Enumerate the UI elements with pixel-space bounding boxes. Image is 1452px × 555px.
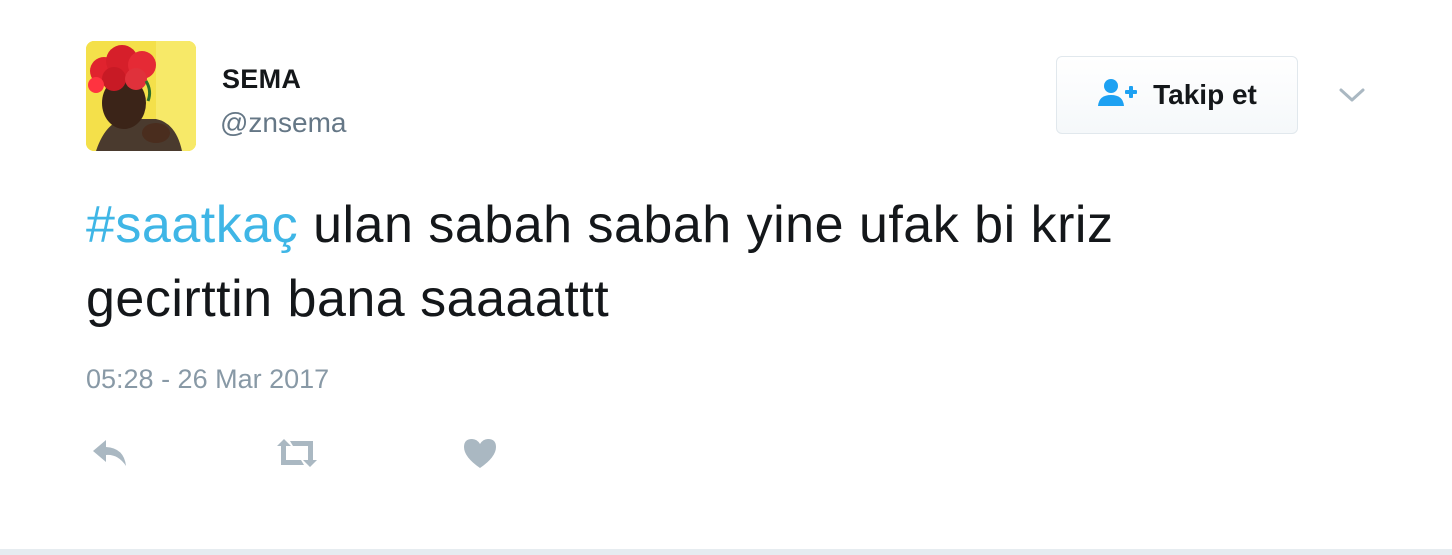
reply-icon [90, 440, 130, 474]
tweet-timestamp[interactable]: 05:28 - 26 Mar 2017 [86, 364, 329, 395]
chevron-down-icon[interactable] [1337, 84, 1367, 106]
user-display-name[interactable]: SEMA [222, 64, 301, 95]
heart-icon [462, 439, 498, 474]
tweet-card: SEMA @znsema Takip et #saatkaç ulan saba… [0, 0, 1452, 555]
reply-button[interactable] [90, 436, 130, 475]
tweet-text-line1: ulan sabah sabah yine ufak bi kriz [298, 196, 1114, 254]
avatar-image [86, 41, 196, 151]
user-handle[interactable]: @znsema [220, 107, 346, 139]
like-button[interactable] [462, 436, 498, 475]
retweet-icon [273, 439, 321, 474]
follow-button-label: Takip et [1153, 79, 1257, 110]
retweet-button[interactable] [273, 436, 321, 475]
add-user-icon [1097, 78, 1139, 113]
tweet-text: #saatkaç ulan sabah sabah yine ufak bi k… [86, 188, 1346, 336]
avatar[interactable] [86, 41, 196, 151]
tweet-text-line2: gecirttin bana saaaattt [86, 270, 610, 328]
follow-button[interactable]: Takip et [1056, 56, 1298, 134]
hashtag-link[interactable]: #saatkaç [86, 196, 298, 254]
